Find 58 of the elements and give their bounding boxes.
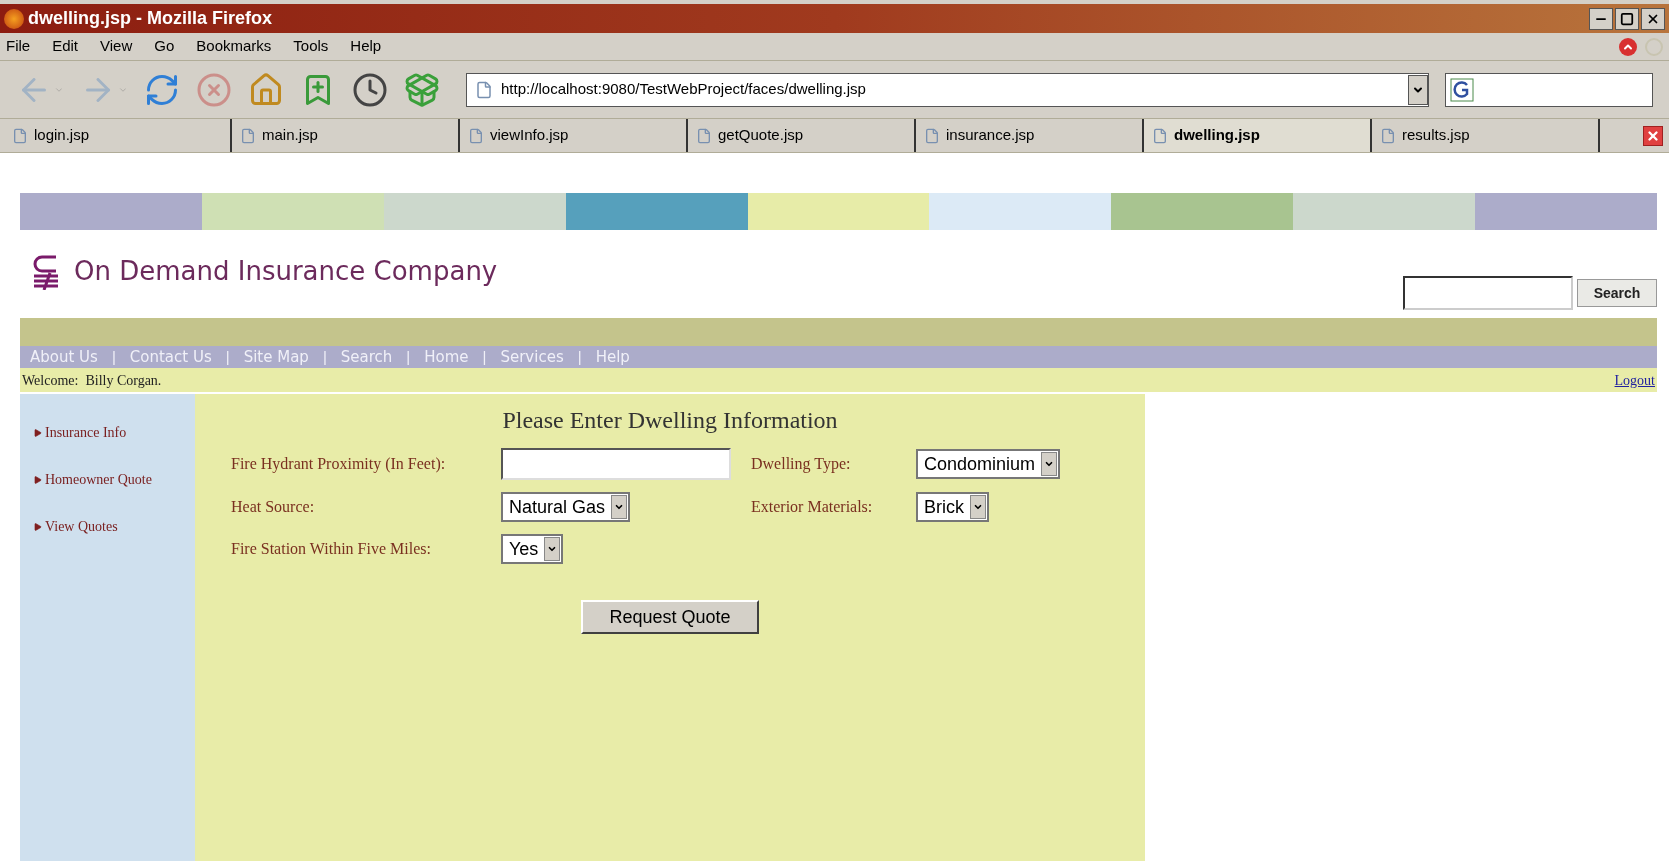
form-title: Please Enter Dwelling Information bbox=[502, 406, 838, 435]
menu-item[interactable]: File bbox=[6, 35, 31, 58]
search-field[interactable] bbox=[1403, 276, 1573, 310]
menu-item[interactable]: Edit bbox=[52, 35, 79, 58]
bullet-icon bbox=[34, 475, 42, 484]
search-engine-field[interactable] bbox=[1445, 72, 1653, 107]
sidebar-link[interactable]: View Quotes bbox=[45, 516, 118, 537]
sidebar-link[interactable]: Homeowner Quote bbox=[45, 469, 152, 490]
menu-item[interactable]: Go bbox=[154, 35, 175, 58]
input-field[interactable] bbox=[501, 448, 731, 480]
nav-separator: | bbox=[322, 346, 327, 367]
sidebar-link[interactable]: Insurance Info bbox=[45, 422, 127, 443]
address-field[interactable]: http://localhost:9080/TestWebProject/faces/dwelling.jsp bbox=[466, 72, 1429, 107]
restore-icon[interactable] bbox=[1615, 7, 1639, 30]
update-alert-icon[interactable] bbox=[1619, 37, 1637, 56]
browser-logo-icon bbox=[4, 8, 24, 29]
dropdown[interactable]: Condominium bbox=[916, 449, 1061, 479]
field-label: Fire Hydrant Proximity (In Feet): bbox=[231, 454, 447, 475]
menu-item[interactable]: Tools bbox=[293, 35, 329, 58]
nav-separator: | bbox=[225, 346, 230, 367]
request-quote-button[interactable]: Request Quote bbox=[581, 600, 759, 634]
field-label: Heat Source: bbox=[231, 497, 316, 517]
close-icon[interactable] bbox=[1641, 7, 1665, 30]
page-icon bbox=[1380, 127, 1396, 144]
field-label: Exterior Materials: bbox=[751, 497, 874, 517]
throbber-icon bbox=[1645, 37, 1663, 56]
clock-icon[interactable] bbox=[352, 71, 388, 108]
window-title: dwelling.jsp - Mozilla Firefox bbox=[28, 7, 274, 30]
dropdown[interactable]: Natural Gas bbox=[501, 492, 631, 522]
page-icon bbox=[475, 80, 493, 99]
close-tab-icon[interactable] bbox=[1643, 125, 1663, 146]
search-button[interactable]: Search bbox=[1577, 279, 1657, 307]
page-icon bbox=[1152, 127, 1168, 144]
nav-separator: | bbox=[482, 346, 487, 367]
field-label: Fire Station Within Five Miles: bbox=[231, 539, 432, 559]
bullet-icon bbox=[34, 428, 42, 437]
page-icon bbox=[12, 127, 28, 144]
nav-separator: | bbox=[406, 346, 411, 367]
menu-item[interactable]: Bookmarks bbox=[196, 35, 272, 58]
logout-link[interactable]: Logout bbox=[1614, 369, 1655, 391]
minimize-icon[interactable] bbox=[1589, 7, 1613, 30]
page-icon bbox=[468, 127, 484, 144]
dropdown[interactable]: Brick bbox=[916, 492, 989, 522]
page-icon bbox=[240, 127, 256, 144]
field-label: Dwelling Type: bbox=[751, 454, 852, 475]
menu-item[interactable]: View bbox=[100, 35, 133, 58]
bullet-icon bbox=[34, 522, 42, 531]
dropdown[interactable]: Yes bbox=[501, 534, 564, 564]
company-name: On Demand Insurance Company bbox=[74, 255, 498, 288]
company-logo-icon bbox=[32, 253, 60, 290]
menu-item[interactable]: Help bbox=[350, 35, 382, 58]
browser-tab[interactable]: dwelling.jsp bbox=[1144, 119, 1372, 152]
nav-separator: | bbox=[111, 346, 116, 367]
page-icon bbox=[924, 127, 940, 144]
nav-separator: | bbox=[577, 346, 582, 367]
search-engine-icon[interactable] bbox=[1450, 77, 1474, 102]
page-icon bbox=[696, 127, 712, 144]
welcome-text: Welcome: Billy Corgan. bbox=[22, 371, 162, 390]
